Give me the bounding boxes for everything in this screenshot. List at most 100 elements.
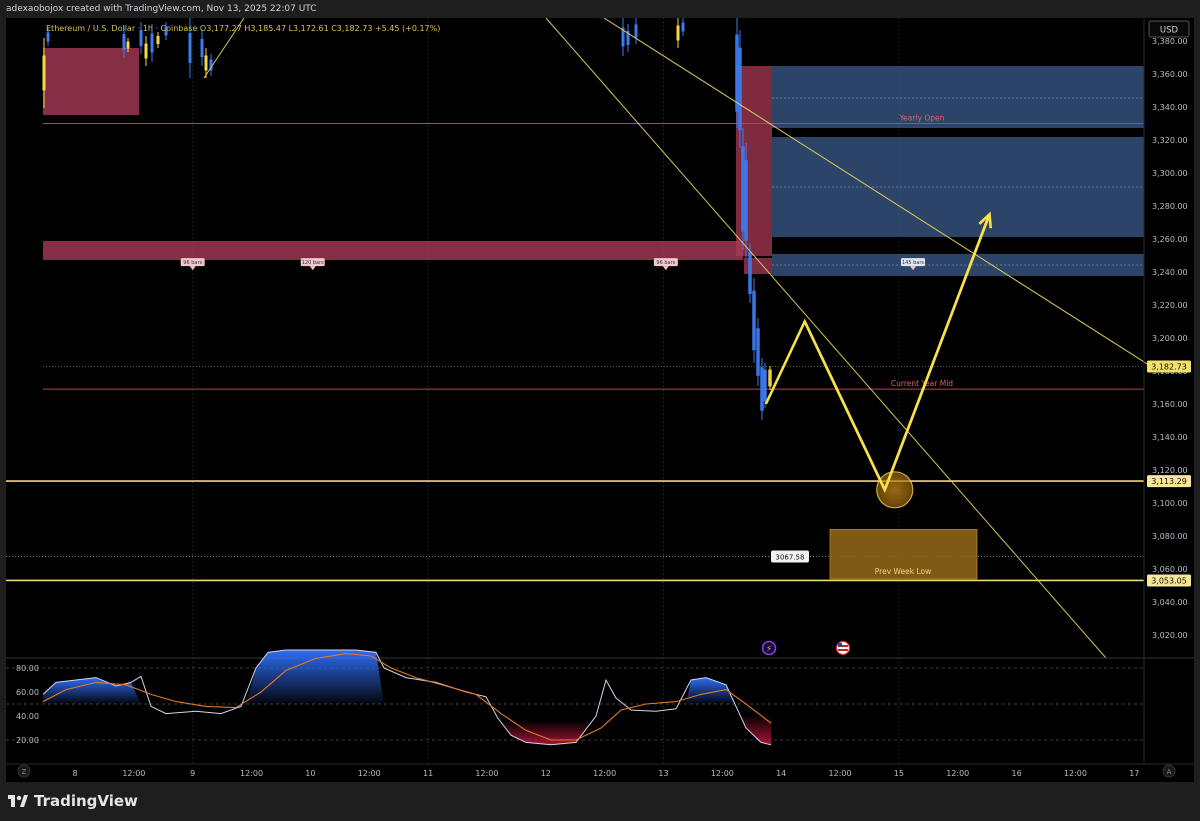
target-circle xyxy=(876,471,914,509)
time-tick-label: 10 xyxy=(305,769,315,778)
price-tick-label: 3,080.00 xyxy=(1152,532,1188,541)
supply-zone xyxy=(43,48,139,115)
price-marker-label: 3067.58 xyxy=(771,550,809,563)
demand-zone xyxy=(772,66,1144,128)
zone-label: Prev Week Low xyxy=(875,567,931,576)
price-axis[interactable]: 3,020.00 3,040.00 3,060.00 3,080.00 3,100.00… xyxy=(1152,37,1188,640)
attribution-text: adexaobojox created with TradingView.com… xyxy=(6,4,317,14)
time-tick-label: 12:00 xyxy=(593,769,616,778)
svg-text:3,182.73: 3,182.73 xyxy=(1151,362,1187,371)
svg-text:Z: Z xyxy=(22,768,27,776)
price-label: 3,113.29 xyxy=(1147,475,1191,488)
candle-body xyxy=(204,55,208,71)
time-tick-label: 8 xyxy=(72,769,77,778)
price-tick-label: 3,220.00 xyxy=(1152,301,1188,310)
tradingview-logo-icon xyxy=(8,795,28,807)
price-tick-label: 3,120.00 xyxy=(1152,466,1188,475)
time-tick-label: 12 xyxy=(541,769,551,778)
level-label: Current Year Mid xyxy=(891,379,953,388)
candle-body xyxy=(156,36,160,44)
bar-count-flag: 120 bars xyxy=(300,258,325,271)
oscillator-pane xyxy=(6,649,1144,746)
chart-panel[interactable]: Yearly Open Current Year Mid 3067.58 Prev … xyxy=(6,18,1194,782)
time-tick-label: 12:00 xyxy=(946,769,969,778)
level-label: Yearly Open xyxy=(899,114,945,123)
candle-body xyxy=(681,22,685,32)
osc-overbought-fill xyxy=(43,677,141,704)
svg-text:A: A xyxy=(1167,768,1172,776)
candle-body xyxy=(744,160,748,241)
currency-button[interactable]: USD xyxy=(1148,20,1190,38)
time-tick-label: 11 xyxy=(423,769,433,778)
price-label: 3,182.73 xyxy=(1147,360,1191,373)
time-tick-label: 12:00 xyxy=(829,769,852,778)
price-tick-label: 3,240.00 xyxy=(1152,268,1188,277)
candle-body xyxy=(763,369,767,402)
price-tick-label: 3,040.00 xyxy=(1152,598,1188,607)
time-tick-label: 12:00 xyxy=(475,769,498,778)
price-tick-label: 3,360.00 xyxy=(1152,70,1188,79)
price-chart[interactable]: Yearly Open Current Year Mid 3067.58 Prev … xyxy=(6,18,1194,782)
timezone-button[interactable]: Z xyxy=(17,764,31,778)
price-tick-label: 3,140.00 xyxy=(1152,433,1188,442)
price-tick-label: 3,260.00 xyxy=(1152,235,1188,244)
lightning-event-icon[interactable]: ⚡ xyxy=(761,640,777,656)
svg-text:145 bars: 145 bars xyxy=(902,260,924,266)
svg-text:120 bars: 120 bars xyxy=(302,260,324,266)
osc-tick-label: 80.00 xyxy=(16,664,39,673)
svg-text:⚡: ⚡ xyxy=(766,645,772,655)
price-tick-label: 3,100.00 xyxy=(1152,499,1188,508)
candle-body xyxy=(748,252,752,294)
attribution-bar: adexaobojox created with TradingView.com… xyxy=(0,0,1200,18)
price-tick-label: 3,340.00 xyxy=(1152,103,1188,112)
candle-body xyxy=(200,39,204,57)
osc-fast-line xyxy=(42,649,772,746)
svg-text:3,053.05: 3,053.05 xyxy=(1151,576,1187,585)
time-tick-label: 17 xyxy=(1129,769,1139,778)
bar-count-flag: 96 bars xyxy=(180,258,205,271)
candle-body xyxy=(634,24,638,38)
time-tick-label: 12:00 xyxy=(711,769,734,778)
bar-count-flag: 96 bars xyxy=(653,258,678,271)
us-flag-event-icon[interactable] xyxy=(835,640,851,656)
price-tick-label: 3,280.00 xyxy=(1152,202,1188,211)
svg-text:96 bars: 96 bars xyxy=(656,260,675,266)
svg-text:3067.58: 3067.58 xyxy=(776,553,805,561)
candle-body xyxy=(752,290,756,351)
osc-tick-label: 40.00 xyxy=(16,712,39,721)
svg-text:96 bars: 96 bars xyxy=(183,260,202,266)
time-tick-label: 14 xyxy=(776,769,786,778)
osc-signal-line xyxy=(42,653,772,741)
annotation-zones: Prev Week Low xyxy=(829,528,978,580)
candle-body xyxy=(144,43,148,59)
candle-body xyxy=(46,32,50,42)
candle-body xyxy=(122,34,126,50)
osc-tick-label: 60.00 xyxy=(16,688,39,697)
candle-body xyxy=(676,25,680,41)
auto-scale-button[interactable]: A xyxy=(1162,764,1176,778)
time-tick-label: 13 xyxy=(658,769,668,778)
tradingview-logo[interactable]: TradingView xyxy=(8,790,138,812)
time-tick-label: 12:00 xyxy=(358,769,381,778)
symbol-legend[interactable]: Ethereum / U.S. Dollar · 1h · Coinbase O… xyxy=(46,24,440,33)
candle-body xyxy=(188,33,192,63)
candle-body xyxy=(738,47,742,131)
price-tick-label: 3,380.00 xyxy=(1152,37,1188,46)
price-tick-label: 3,200.00 xyxy=(1152,334,1188,343)
time-tick-label: 12:00 xyxy=(240,769,263,778)
supply-zone xyxy=(43,241,743,260)
svg-text:USD: USD xyxy=(1160,26,1179,36)
price-tick-label: 3,020.00 xyxy=(1152,631,1188,640)
candle-body xyxy=(150,33,154,53)
price-tick-label: 3,320.00 xyxy=(1152,136,1188,145)
time-tick-label: 12:00 xyxy=(122,769,145,778)
osc-tick-label: 20.00 xyxy=(16,736,39,745)
time-tick-label: 16 xyxy=(1012,769,1022,778)
candle-body xyxy=(756,328,760,376)
time-tick-label: 12:00 xyxy=(1064,769,1087,778)
candle-body xyxy=(768,369,772,387)
candles xyxy=(42,18,772,420)
time-tick-label: 9 xyxy=(190,769,195,778)
svg-text:3,113.29: 3,113.29 xyxy=(1151,477,1187,486)
price-tick-label: 3,060.00 xyxy=(1152,565,1188,574)
